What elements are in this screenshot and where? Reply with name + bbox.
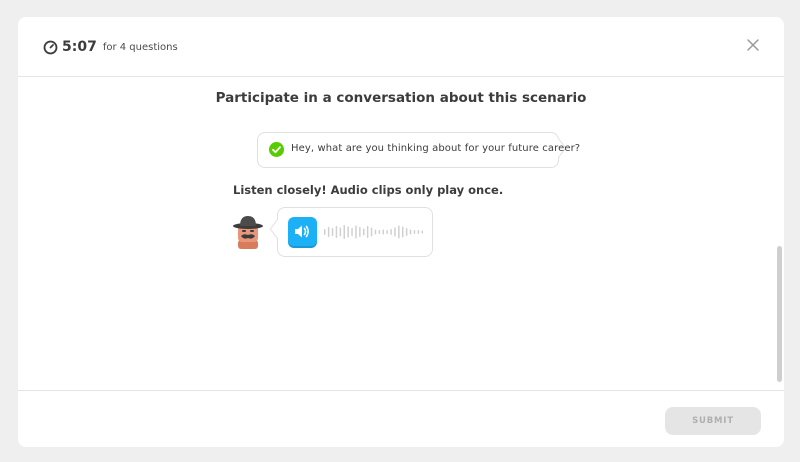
waveform-bar [421, 230, 423, 234]
audio-clip-bubble [269, 207, 433, 257]
timer-caption: for 4 questions [102, 41, 178, 53]
waveform-bar [331, 228, 334, 236]
scrollbar-thumb[interactable] [777, 246, 782, 382]
waveform-bar [351, 228, 353, 236]
timer: 5:07 for 4 questions [43, 37, 178, 57]
waveform-bar [324, 229, 326, 235]
timer-value: 5:07 [62, 39, 97, 55]
page-title: Participate in a conversation about this… [215, 90, 587, 106]
prior-message-text: Hey, what are you thinking about for you… [291, 143, 581, 154]
question-content: Participate in a conversation about this… [18, 77, 784, 390]
waveform-bar [366, 226, 369, 238]
waveform-bar [355, 225, 357, 239]
waveform-bar [382, 229, 384, 235]
footer-bar: SUBMIT [18, 390, 784, 447]
close-button[interactable] [745, 37, 761, 53]
submit-button[interactable]: SUBMIT [665, 407, 761, 435]
waveform-bar [417, 230, 420, 234]
waveform-bar [390, 229, 392, 235]
bubble-tail [269, 219, 285, 239]
waveform-bar [398, 225, 400, 239]
waveform-bar [405, 228, 408, 236]
waveform-bar [374, 229, 377, 235]
prior-message-bubble: Hey, what are you thinking about for you… [257, 132, 580, 168]
play-audio-button[interactable] [288, 217, 317, 246]
waveform-bar [413, 230, 416, 234]
close-icon [747, 39, 759, 51]
character-avatar-icon [232, 214, 264, 250]
audio-waveform [324, 225, 423, 239]
waveform-bar [409, 229, 412, 235]
waveform-bar [327, 227, 330, 237]
checkmark-icon [269, 142, 284, 157]
header-bar: 5:07 for 4 questions [18, 17, 784, 77]
waveform-bar [343, 225, 345, 239]
waveform-bar [394, 227, 396, 237]
waveform-bar [363, 228, 365, 236]
waveform-bar [370, 227, 373, 237]
waveform-bar [386, 230, 388, 234]
question-card: 5:07 for 4 questions Participate in a co… [18, 17, 784, 447]
speaker-icon [295, 225, 309, 238]
waveform-bar [335, 226, 338, 238]
waveform-bar [378, 230, 381, 234]
waveform-bar [339, 227, 342, 237]
waveform-bar [347, 226, 349, 238]
waveform-bar [402, 226, 404, 238]
waveform-bar [359, 227, 361, 237]
listen-instruction: Listen closely! Audio clips only play on… [233, 183, 504, 197]
stopwatch-icon [43, 40, 58, 55]
